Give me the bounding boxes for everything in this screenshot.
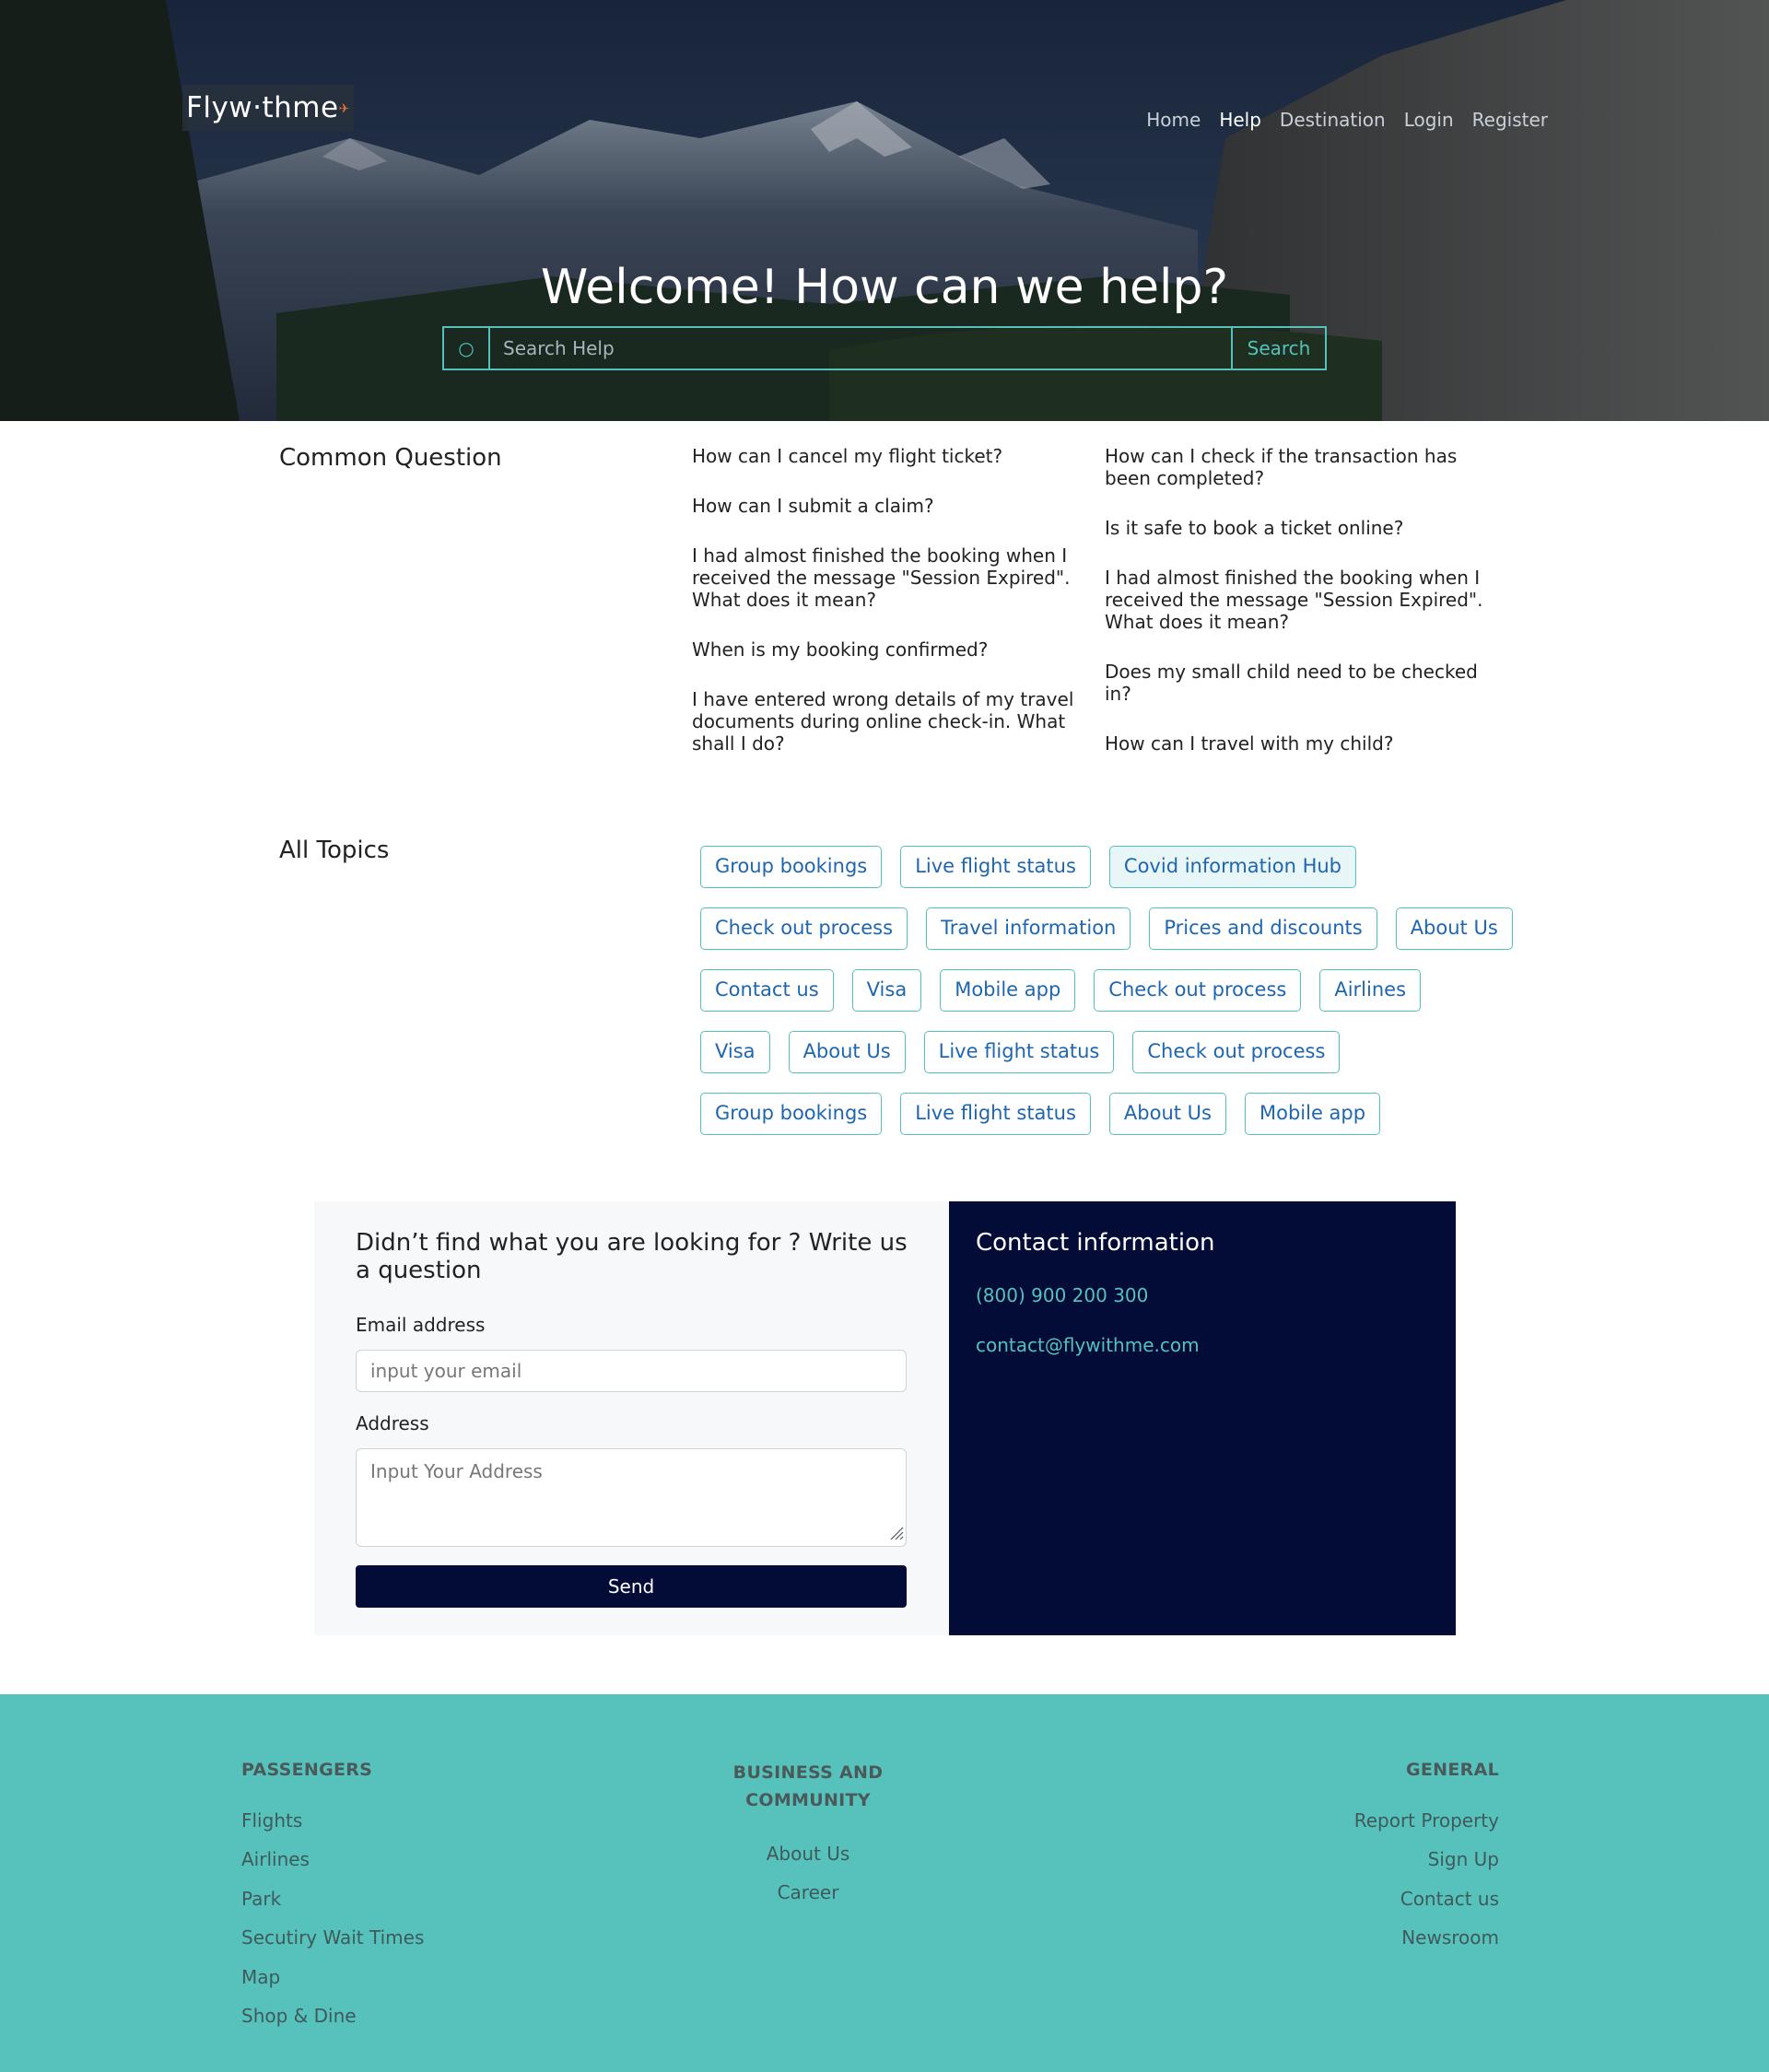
footer-link-airlines[interactable]: Airlines bbox=[241, 1848, 310, 1870]
nav-register[interactable]: Register bbox=[1472, 109, 1548, 131]
nav-destination[interactable]: Destination bbox=[1280, 109, 1386, 131]
topic-tag[interactable]: Check out process bbox=[1132, 1031, 1341, 1073]
logo-text: Flyw·thme bbox=[186, 91, 339, 124]
footer-link-about-us[interactable]: About Us bbox=[700, 1843, 916, 1865]
footer-link-map[interactable]: Map bbox=[241, 1966, 280, 1988]
topic-tag[interactable]: About Us bbox=[1395, 907, 1513, 950]
topic-row: Check out process Travel information Pri… bbox=[700, 907, 1513, 950]
topic-tag[interactable]: Prices and discounts bbox=[1149, 907, 1377, 950]
topic-tag[interactable]: Live flight status bbox=[900, 1093, 1091, 1135]
topic-tag[interactable]: Mobile app bbox=[1245, 1093, 1381, 1135]
footer-general-title: GENERAL bbox=[1406, 1760, 1499, 1780]
search-input[interactable] bbox=[490, 328, 1231, 369]
topic-tag[interactable]: Visa bbox=[851, 969, 922, 1012]
footer-link-park[interactable]: Park bbox=[241, 1888, 281, 1910]
contact-info-title: Contact information bbox=[976, 1229, 1215, 1257]
contact-info-panel: Contact information (800) 900 200 300 co… bbox=[949, 1201, 1456, 1635]
send-button[interactable]: Send bbox=[356, 1565, 907, 1608]
common-question-title: Common Question bbox=[279, 444, 502, 472]
topic-tag[interactable]: Mobile app bbox=[940, 969, 1076, 1012]
plane-icon: ✈ bbox=[338, 101, 350, 117]
footer-passengers-title: PASSENGERS bbox=[241, 1760, 373, 1780]
topic-row: Visa About Us Live flight status Check o… bbox=[700, 1031, 1502, 1073]
faq-item[interactable]: Is it safe to book a ticket online? bbox=[1105, 517, 1492, 539]
topic-tag[interactable]: Covid information Hub bbox=[1108, 846, 1357, 888]
footer-link-contact-us[interactable]: Contact us bbox=[1400, 1888, 1499, 1910]
address-label: Address bbox=[356, 1412, 429, 1434]
faq-item[interactable]: I had almost finished the booking when I… bbox=[1105, 567, 1492, 633]
topic-row: Contact us Visa Mobile app Check out pro… bbox=[700, 969, 1502, 1012]
footer: PASSENGERS Flights Airlines Park Secutir… bbox=[0, 1694, 1769, 2072]
address-field[interactable] bbox=[356, 1448, 907, 1547]
topic-tag[interactable]: Group bookings bbox=[700, 846, 883, 888]
topics-grid: Group bookings Live flight status Covid … bbox=[700, 846, 1513, 1154]
nav-login[interactable]: Login bbox=[1404, 109, 1454, 131]
main-nav: Home Help Destination Login Register bbox=[1146, 109, 1548, 131]
footer-link-flights[interactable]: Flights bbox=[241, 1809, 302, 1832]
contact-phone[interactable]: (800) 900 200 300 bbox=[976, 1284, 1148, 1306]
footer-link-security-wait[interactable]: Secutiry Wait Times bbox=[241, 1926, 424, 1949]
email-field[interactable] bbox=[356, 1350, 907, 1392]
faq-item[interactable]: How can I check if the transaction has b… bbox=[1105, 445, 1492, 489]
topic-tag[interactable]: Group bookings bbox=[700, 1093, 883, 1135]
topic-tag[interactable]: Contact us bbox=[700, 969, 834, 1012]
footer-business-title-line1: BUSINESS AND bbox=[732, 1762, 884, 1783]
contact-email[interactable]: contact@flywithme.com bbox=[976, 1334, 1200, 1356]
topic-tag[interactable]: Live flight status bbox=[923, 1031, 1115, 1073]
topic-tag[interactable]: About Us bbox=[1108, 1093, 1226, 1135]
footer-business-title: BUSINESS AND COMMUNITY bbox=[700, 1759, 916, 1814]
topic-tag[interactable]: About Us bbox=[788, 1031, 906, 1073]
topic-tag[interactable]: Live flight status bbox=[900, 846, 1091, 888]
faq-item[interactable]: How can I submit a claim? bbox=[692, 495, 1079, 517]
topic-tag[interactable]: Visa bbox=[700, 1031, 770, 1073]
topic-tag[interactable]: Check out process bbox=[700, 907, 908, 950]
footer-business-title-line2: COMMUNITY bbox=[745, 1790, 871, 1810]
nav-help[interactable]: Help bbox=[1219, 109, 1261, 131]
topic-tag[interactable]: Check out process bbox=[1094, 969, 1302, 1012]
faq-item[interactable]: When is my booking confirmed? bbox=[692, 638, 1079, 661]
question-form-panel: Didn’t find what you are looking for ? W… bbox=[314, 1201, 949, 1635]
topic-tag[interactable]: Travel information bbox=[926, 907, 1131, 950]
email-label: Email address bbox=[356, 1314, 486, 1336]
faq-column-right: How can I check if the transaction has b… bbox=[1105, 445, 1492, 782]
faq-item[interactable]: Does my small child need to be checked i… bbox=[1105, 661, 1492, 705]
topic-row: Group bookings Live flight status Covid … bbox=[700, 846, 1502, 888]
faq-item[interactable]: I have entered wrong details of my trave… bbox=[692, 688, 1079, 755]
search-button[interactable]: Search bbox=[1231, 328, 1325, 369]
faq-item[interactable]: How can I travel with my child? bbox=[1105, 732, 1492, 755]
hero-banner: Flyw·thme✈ Home Help Destination Login R… bbox=[0, 0, 1769, 421]
footer-link-sign-up[interactable]: Sign Up bbox=[1428, 1848, 1499, 1870]
help-search-bar: ○ Search bbox=[442, 326, 1327, 370]
faq-column-left: How can I cancel my flight ticket? How c… bbox=[692, 445, 1079, 782]
hero-title: Welcome! How can we help? bbox=[540, 260, 1229, 315]
footer-link-report-property[interactable]: Report Property bbox=[1354, 1809, 1499, 1832]
faq-item[interactable]: How can I cancel my flight ticket? bbox=[692, 445, 1079, 467]
question-form-title: Didn’t find what you are looking for ? W… bbox=[356, 1229, 908, 1284]
logo[interactable]: Flyw·thme✈ bbox=[182, 85, 354, 131]
faq-item[interactable]: I had almost finished the booking when I… bbox=[692, 544, 1079, 611]
footer-link-shop-dine[interactable]: Shop & Dine bbox=[241, 2005, 357, 2027]
topic-row: Group bookings Live flight status About … bbox=[700, 1093, 1502, 1135]
resize-handle-icon[interactable] bbox=[889, 1526, 904, 1540]
topic-tag[interactable]: Airlines bbox=[1319, 969, 1422, 1012]
nav-home[interactable]: Home bbox=[1146, 109, 1201, 131]
footer-link-newsroom[interactable]: Newsroom bbox=[1401, 1926, 1499, 1949]
search-icon[interactable]: ○ bbox=[444, 328, 490, 369]
footer-link-career[interactable]: Career bbox=[700, 1881, 916, 1903]
all-topics-title: All Topics bbox=[279, 837, 390, 864]
